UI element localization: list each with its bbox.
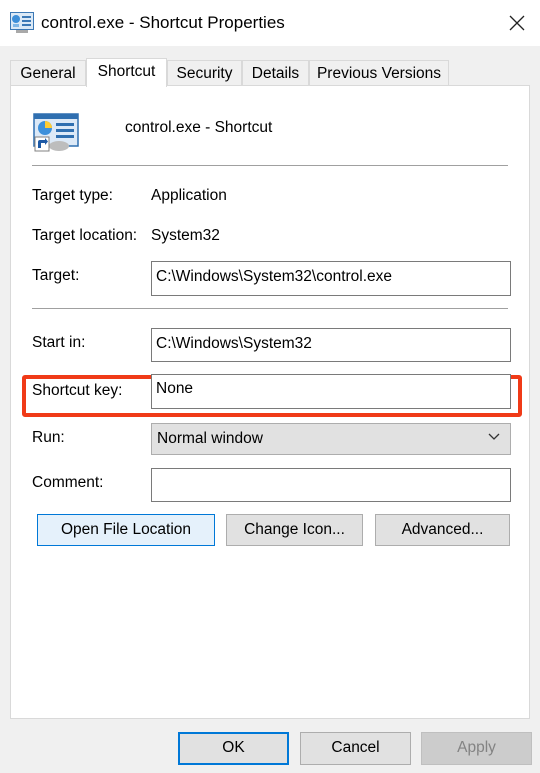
comment-label: Comment: (32, 474, 104, 491)
shortcut-key-field[interactable]: None (151, 374, 511, 409)
separator (32, 308, 508, 309)
target-location-value: System32 (151, 227, 220, 244)
close-button[interactable] (494, 0, 540, 46)
chevron-down-icon (488, 433, 500, 440)
run-select[interactable]: Normal window (151, 423, 511, 455)
close-icon (509, 15, 525, 31)
target-type-label: Target type: (32, 187, 113, 204)
tab-general[interactable]: General (10, 60, 86, 86)
control-panel-icon (10, 12, 34, 33)
tab-details[interactable]: Details (242, 60, 309, 86)
target-type-value: Application (151, 187, 227, 204)
tab-shortcut[interactable]: Shortcut (86, 58, 167, 87)
tab-previous-versions[interactable]: Previous Versions (309, 60, 449, 86)
change-icon-button[interactable]: Change Icon... (226, 514, 363, 546)
separator (32, 165, 508, 166)
cancel-button[interactable]: Cancel (300, 732, 411, 765)
run-select-value: Normal window (157, 430, 263, 447)
tab-strip: General Shortcut Security Details Previo… (10, 58, 530, 87)
start-in-field[interactable]: C:\Windows\System32 (151, 328, 511, 362)
apply-button[interactable]: Apply (421, 732, 532, 765)
advanced-button[interactable]: Advanced... (375, 514, 510, 546)
title-bar: control.exe - Shortcut Properties (0, 0, 540, 46)
shortcut-name: control.exe - Shortcut (125, 119, 273, 136)
shortcut-key-label: Shortcut key: (32, 382, 123, 399)
ok-button[interactable]: OK (178, 732, 289, 765)
target-label: Target: (32, 267, 80, 284)
run-label: Run: (32, 429, 65, 446)
shortcut-panel: control.exe - Shortcut Target type: Appl… (10, 85, 530, 719)
open-file-location-button[interactable]: Open File Location (37, 514, 215, 546)
comment-field[interactable] (151, 468, 511, 502)
target-location-label: Target location: (32, 227, 138, 244)
control-panel-shortcut-icon (33, 113, 79, 152)
tab-security[interactable]: Security (167, 60, 242, 86)
window-title: control.exe - Shortcut Properties (41, 13, 285, 32)
target-field[interactable]: C:\Windows\System32\control.exe (151, 261, 511, 296)
start-in-label: Start in: (32, 334, 86, 351)
